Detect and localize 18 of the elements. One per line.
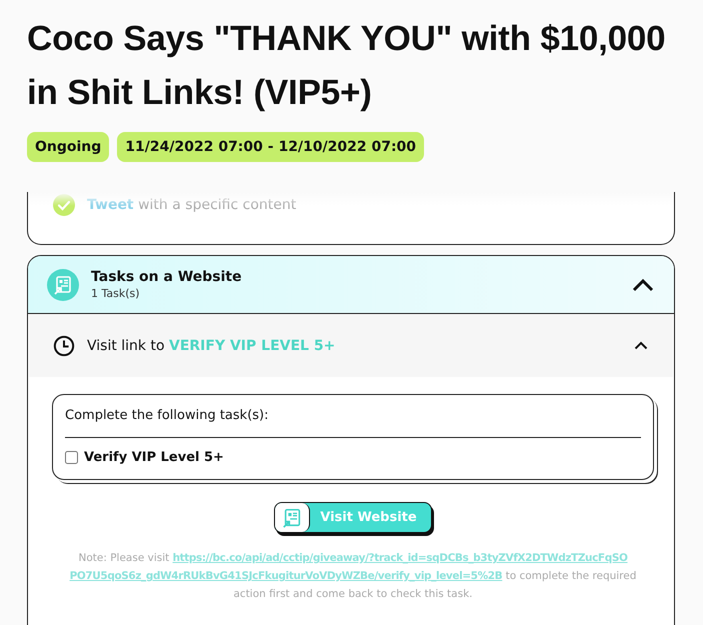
page-title: Coco Says "THANK YOU" with $10,000 in Shit Links! (VIP5+) [27,18,666,114]
status-badge: 11/24/2022 07:00 - 12/10/2022 07:00 [117,132,424,162]
section-title: Tasks on a Website [91,269,243,285]
status-badge: Ongoing [27,132,110,162]
link[interactable]: PO7U5qoS6z_gdW4rRUkBvG41SJcFkugiturVoVDyWZBe/verify_vip_level=5%2B [70,570,502,582]
checklist-title: Complete the following task(s): [65,408,270,423]
checkbox-label: Verify VIP Level 5+ [84,450,224,465]
visit-website-button[interactable]: Visit Website [274,502,432,533]
note-text: Note: Please visit https://bc.co/api/ad/cctip/giveaway/?track_id=sqDCBs_b3tyZVfX2DTWdzTZucFqSO PO7U5qoS6z_gdW4rRUkBvG41SJcFkugiturVoVDyWZBe/verify_vip_level=5%2B to complete the required action first and come back to check this task. [68,551,638,602]
section-header[interactable]: Tasks on a Website 1 Task(s) [28,256,674,314]
task-header[interactable]: Visit link to VERIFY VIP LEVEL 5+ [29,314,673,377]
web-task-icon [47,268,79,300]
task-count: 1 Task(s) [91,287,141,300]
task-title: Visit link to VERIFY VIP LEVEL 5+ [87,338,336,354]
link[interactable]: https://bc.co/api/ad/cctip/giveaway/?track_id=sqDCBs_b3tyZVfX2DTWdzTZucFqSO [172,552,628,564]
checkbox[interactable] [65,451,78,464]
clock-icon [53,334,75,356]
task-text: Tweet with a specific content [87,197,296,213]
